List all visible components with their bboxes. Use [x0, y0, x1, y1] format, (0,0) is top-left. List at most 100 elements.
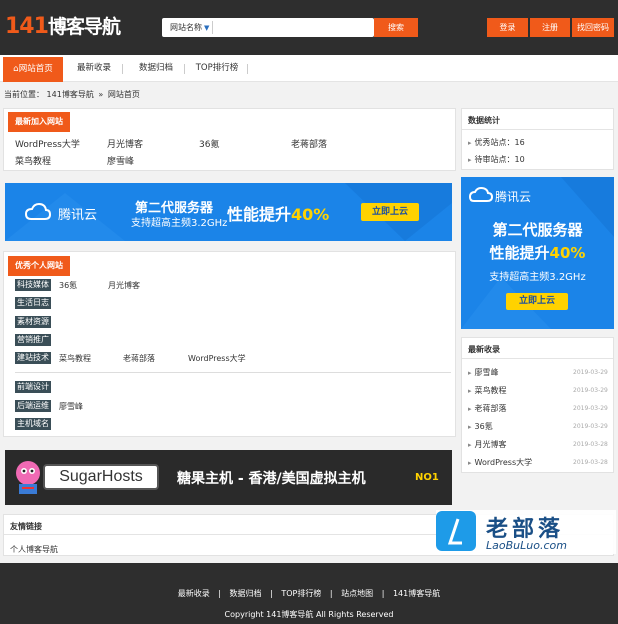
side-tencent-perf: 性能提升40%: [461, 242, 614, 263]
latest-title: 最新收录: [468, 345, 500, 354]
sugarhosts-slogan: 糖果主机 - 香港/美国虚拟主机: [177, 471, 366, 487]
category-site-link[interactable]: 廖雪峰: [59, 401, 83, 412]
caret-right-icon: ▸: [468, 405, 472, 413]
category-badge[interactable]: 素材资源: [15, 316, 51, 328]
friend-link[interactable]: 个人博客导航: [10, 544, 58, 555]
stats-title: 数据统计: [468, 116, 500, 125]
footer-separator: |: [218, 589, 221, 598]
categories-panel: 优秀个人网站 科技媒体 36氪 月光博客 生活日志 素材资源 营销推广 建站技术…: [3, 251, 456, 437]
category-badge[interactable]: 主机域名: [15, 418, 51, 430]
category-badge[interactable]: 生活日志: [15, 297, 51, 309]
watermark-en: LaoBuLuo.com: [486, 539, 567, 552]
login-button[interactable]: 登录: [487, 18, 528, 37]
latest-item-name: 廖雪峰: [474, 368, 499, 377]
latest-item[interactable]: ▸ 月光博客: [468, 439, 507, 450]
side-tencent-line1: 第二代服务器: [492, 221, 583, 239]
stats-item: ▸ 待审站点：10: [468, 154, 525, 165]
logo-text: 博客导航: [47, 16, 121, 38]
category-badge[interactable]: 建站技术: [15, 352, 51, 364]
search-box: 网站名称 ▼: [162, 18, 374, 37]
category-badge[interactable]: 前端设计: [15, 381, 51, 393]
stats-panel: 数据统计 ▸ 优秀站点：16 ▸ 待审站点：10: [461, 108, 614, 170]
latest-item-date: 2019-03-29: [573, 405, 608, 412]
site-link[interactable]: 廖雪峰: [107, 154, 134, 167]
side-tencent-cta-button[interactable]: 立即上云: [506, 293, 568, 310]
sugarhosts-banner[interactable]: SugarHosts 糖果主机 - 香港/美国虚拟主机 NO1: [5, 450, 452, 505]
tencent-perf: 性能提升40%: [227, 201, 329, 225]
caret-right-icon: ▸: [468, 459, 472, 467]
nav-item-label: 网站首页: [18, 64, 53, 74]
footer-link[interactable]: 141博客导航: [393, 589, 440, 598]
laobuluo-logo-icon: [436, 511, 476, 551]
latest-item-name: 36氪: [474, 422, 493, 431]
category-site-link[interactable]: 36氪: [59, 280, 77, 291]
main-nav: ⌂网站首页 最新收录 数据归档 TOP排行榜: [0, 55, 618, 82]
category-site-link[interactable]: WordPress大学: [188, 353, 246, 364]
forgot-password-button[interactable]: 找回密码: [572, 18, 614, 37]
newest-sites-panel: 最新加入网站 WordPress大学 月光博客 36氪 老蒋部落 菜鸟教程 廖雪…: [3, 108, 456, 171]
stats-divider: [462, 129, 613, 130]
latest-item[interactable]: ▸ 廖雪峰: [468, 367, 499, 378]
latest-item-name: 老蒋部落: [474, 404, 507, 413]
category-site-link[interactable]: 菜鸟教程: [59, 353, 91, 364]
latest-item[interactable]: ▸ 菜鸟教程: [468, 385, 507, 396]
stats-item-text: 待审站点：10: [474, 155, 525, 164]
register-button[interactable]: 注册: [530, 18, 570, 37]
footer-link[interactable]: 数据归档: [230, 589, 262, 598]
side-tencent-banner[interactable]: 腾讯云 第二代服务器 性能提升40% 支持超高主频3.2GHz 立即上云: [461, 177, 614, 329]
footer-link[interactable]: 站点地图: [341, 589, 373, 598]
category-badge[interactable]: 营销推广: [15, 334, 51, 346]
tencent-cloud-logo-icon: [469, 187, 493, 202]
caret-right-icon: ▸: [468, 423, 472, 431]
search-type-label: 网站名称: [170, 23, 202, 32]
site-link[interactable]: 菜鸟教程: [15, 154, 51, 167]
stats-item-text: 优秀站点：16: [474, 138, 525, 147]
search-button[interactable]: 搜索: [374, 18, 418, 37]
latest-item[interactable]: ▸ 老蒋部落: [468, 403, 507, 414]
breadcrumb: 当前位置： 141博客导航 » 网站首页: [4, 89, 140, 100]
breadcrumb-prefix: 当前位置：: [4, 90, 44, 99]
nav-divider: [122, 64, 123, 74]
category-badge[interactable]: 后端运维: [15, 400, 51, 412]
nav-divider: [247, 64, 248, 74]
tencent-perf-value: 40%: [291, 205, 330, 224]
tencent-cloud-banner[interactable]: 腾讯云 第二代服务器 支持超高主频3.2GHz 性能提升40% 立即上云: [5, 183, 452, 241]
search-type-select[interactable]: 网站名称 ▼: [170, 22, 209, 33]
latest-item[interactable]: ▸ WordPress大学: [468, 457, 532, 468]
latest-item-date: 2019-03-29: [573, 423, 608, 430]
nav-divider: [184, 64, 185, 74]
tencent-line2: 支持超高主频3.2GHz: [131, 218, 228, 229]
caret-right-icon: ▸: [468, 441, 472, 449]
site-link[interactable]: 月光博客: [107, 137, 143, 150]
search-input[interactable]: [216, 20, 370, 35]
side-tencent-brand: 腾讯云: [495, 190, 532, 204]
nav-item-home[interactable]: ⌂网站首页: [3, 57, 63, 82]
caret-right-icon: ▸: [468, 369, 472, 377]
site-link[interactable]: WordPress大学: [15, 137, 80, 150]
latest-item[interactable]: ▸ 36氪: [468, 421, 493, 432]
sugarhosts-mascot-icon: [16, 461, 40, 494]
logo-number: 141: [5, 14, 49, 39]
site-link[interactable]: 老蒋部落: [291, 137, 327, 150]
footer-link[interactable]: 最新收录: [178, 589, 210, 598]
footer-link[interactable]: TOP排行榜: [281, 589, 321, 598]
caret-right-icon: ▸: [468, 156, 472, 164]
category-site-link[interactable]: 老蒋部落: [123, 353, 155, 364]
breadcrumb-separator: »: [98, 90, 104, 99]
tencent-brand: 腾讯云: [58, 208, 98, 223]
friend-links-title: 友情链接: [10, 522, 42, 531]
nav-item-latest[interactable]: 最新收录: [68, 55, 120, 82]
search-divider: [212, 21, 213, 34]
tencent-cta-button[interactable]: 立即上云: [361, 203, 419, 221]
site-link[interactable]: 36氪: [199, 137, 219, 150]
site-logo[interactable]: 141博客导航: [5, 12, 121, 39]
latest-divider: [462, 358, 613, 359]
breadcrumb-site-link[interactable]: 141博客导航: [47, 90, 94, 99]
category-site-link[interactable]: 月光博客: [108, 280, 140, 291]
nav-item-top[interactable]: TOP排行榜: [190, 55, 244, 82]
category-badge[interactable]: 科技媒体: [15, 279, 51, 291]
latest-panel: 最新收录 ▸ 廖雪峰 2019-03-29 ▸ 菜鸟教程 2019-03-29 ▸ 老…: [461, 337, 614, 473]
nav-item-archive[interactable]: 数据归档: [130, 55, 182, 82]
chevron-down-icon: ▼: [204, 24, 210, 32]
newest-sites-title: 最新加入网站: [8, 112, 70, 132]
